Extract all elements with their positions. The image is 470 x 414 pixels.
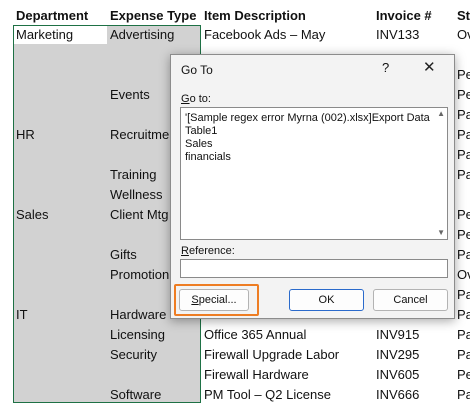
list-item[interactable]: Table1 bbox=[185, 125, 217, 138]
cell-status[interactable]: Pa bbox=[457, 106, 470, 124]
cell-invoice[interactable]: INV605 bbox=[376, 366, 419, 384]
scroll-up-icon[interactable]: ▲ bbox=[437, 109, 445, 118]
special-mnemonic: S bbox=[191, 294, 199, 306]
dialog-title: Go To bbox=[181, 63, 213, 77]
cell-department[interactable]: Marketing bbox=[16, 26, 73, 44]
cell-status[interactable]: Ov bbox=[457, 266, 470, 284]
special-label: pecial... bbox=[198, 294, 237, 306]
header-department[interactable]: Department bbox=[16, 7, 88, 25]
cell-status[interactable]: Pa bbox=[457, 146, 470, 164]
header-status[interactable]: Sta bbox=[457, 7, 470, 25]
help-icon[interactable]: ? bbox=[382, 60, 389, 75]
cell-status[interactable]: Pa bbox=[457, 386, 470, 404]
cell-expense-type[interactable]: Software bbox=[110, 386, 161, 404]
cell-invoice[interactable]: INV915 bbox=[376, 326, 419, 344]
ok-button[interactable]: OK bbox=[289, 289, 364, 311]
list-item[interactable]: '[Sample regex error Myrna (002).xlsx]Ex… bbox=[185, 112, 430, 125]
cell-expense-type[interactable]: Wellness bbox=[110, 186, 163, 204]
cell-invoice[interactable]: INV133 bbox=[376, 26, 419, 44]
cell-item-description[interactable]: PM Tool – Q2 License bbox=[204, 386, 331, 404]
cell-status[interactable]: Pe bbox=[457, 86, 470, 104]
cell-invoice[interactable]: INV295 bbox=[376, 346, 419, 364]
cell-status[interactable]: Pe bbox=[457, 366, 470, 384]
cell-status[interactable]: Pe bbox=[457, 206, 470, 224]
cell-expense-type[interactable]: Security bbox=[110, 346, 157, 364]
cell-expense-type[interactable]: Advertising bbox=[110, 26, 174, 44]
cell-department[interactable]: HR bbox=[16, 126, 35, 144]
cell-status[interactable]: Pa bbox=[457, 286, 470, 304]
cell-item-description[interactable]: Office 365 Annual bbox=[204, 326, 306, 344]
goto-dialog: Go To ? ✕ Go to: '[Sample regex error My… bbox=[170, 54, 455, 319]
cell-status[interactable]: Pa bbox=[457, 166, 470, 184]
cell-item-description[interactable]: Firewall Upgrade Labor bbox=[204, 346, 339, 364]
cell-item-description[interactable]: Facebook Ads – May bbox=[204, 26, 325, 44]
goto-label: Go to: bbox=[181, 93, 211, 105]
header-item-description[interactable]: Item Description bbox=[204, 7, 306, 25]
cell-expense-type[interactable]: Recruitme bbox=[110, 126, 169, 144]
list-item[interactable]: financials bbox=[185, 151, 231, 164]
cell-expense-type[interactable]: Licensing bbox=[110, 326, 165, 344]
header-invoice[interactable]: Invoice # bbox=[376, 7, 432, 25]
cell-department[interactable]: Sales bbox=[16, 206, 49, 224]
reference-label-mnemonic: R bbox=[181, 245, 189, 257]
goto-label-text: o to: bbox=[189, 93, 211, 105]
cell-status[interactable]: Pe bbox=[457, 66, 470, 84]
cell-expense-type[interactable]: Events bbox=[110, 86, 150, 104]
cell-expense-type[interactable]: Promotion bbox=[110, 266, 169, 284]
cell-expense-type[interactable]: Training bbox=[110, 166, 156, 184]
cell-status[interactable]: Pa bbox=[457, 246, 470, 264]
cell-status[interactable]: Ov bbox=[457, 26, 470, 44]
goto-listbox[interactable]: '[Sample regex error Myrna (002).xlsx]Ex… bbox=[180, 107, 448, 240]
special-button[interactable]: Special... bbox=[179, 289, 249, 311]
header-expense-type[interactable]: Expense Type bbox=[110, 7, 196, 25]
scroll-down-icon[interactable]: ▼ bbox=[437, 228, 445, 237]
cell-status[interactable]: Pe bbox=[457, 226, 470, 244]
cell-status[interactable]: Pa bbox=[457, 306, 470, 324]
cell-item-description[interactable]: Firewall Hardware bbox=[204, 366, 309, 384]
cancel-button[interactable]: Cancel bbox=[373, 289, 448, 311]
cell-department[interactable]: IT bbox=[16, 306, 28, 324]
close-icon[interactable]: ✕ bbox=[423, 58, 436, 76]
cell-expense-type[interactable]: Hardware bbox=[110, 306, 166, 324]
cell-invoice[interactable]: INV666 bbox=[376, 386, 419, 404]
cell-status[interactable]: Pa bbox=[457, 326, 470, 344]
reference-input[interactable] bbox=[180, 259, 448, 278]
list-item[interactable]: Sales bbox=[185, 138, 213, 151]
reference-label-text: eference: bbox=[188, 245, 235, 257]
cell-expense-type[interactable]: Gifts bbox=[110, 246, 137, 264]
reference-label: Reference: bbox=[181, 245, 235, 257]
cell-status[interactable]: Pa bbox=[457, 126, 470, 144]
cell-expense-type[interactable]: Client Mtg bbox=[110, 206, 169, 224]
cell-status[interactable]: Pa bbox=[457, 346, 470, 364]
goto-label-mnemonic: G bbox=[181, 93, 190, 105]
